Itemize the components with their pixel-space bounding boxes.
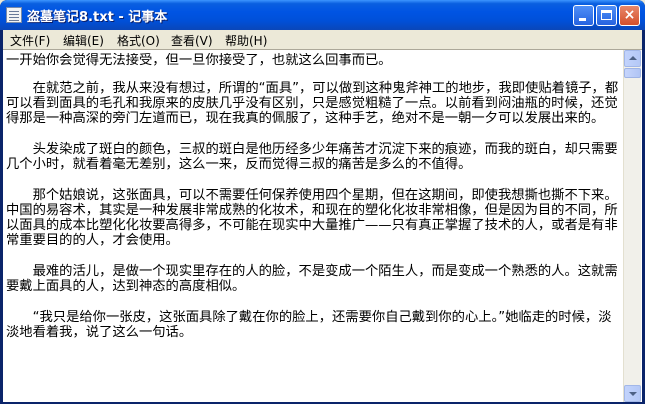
maximize-button[interactable] <box>596 5 617 26</box>
scroll-thumb[interactable] <box>624 68 641 78</box>
close-icon: × <box>623 7 636 23</box>
vertical-scrollbar[interactable] <box>623 50 641 402</box>
menu-bar: 文件(F) 编辑(E) 格式(O) 查看(V) 帮助(H) <box>3 30 642 49</box>
menu-edit[interactable]: 编辑(E) <box>63 32 104 49</box>
paragraph: “我只是给你一张皮，这张面具除了戴在你的脸上，还需要你自己戴到你的心上。”她临走… <box>6 310 612 340</box>
minimize-icon <box>579 18 586 21</box>
menu-format[interactable]: 格式(O) <box>117 32 160 49</box>
document-text[interactable]: 一开始你会觉得无法接受，但一旦你接受了，也就这么回事而已。 在就范之前，我从来没… <box>6 53 621 393</box>
paragraph: 一开始你会觉得无法接受，但一旦你接受了，也就这么回事而已。 <box>6 53 392 68</box>
menu-view[interactable]: 查看(V) <box>171 32 213 49</box>
paragraph: 在就范之前，我从来没有想过，所谓的“面具”，可以做到这种鬼斧神工的地步，我即使贴… <box>6 81 619 126</box>
paragraph: 头发染成了斑白的颜色，三叔的斑白是他历经多少年痛苦才沉淀下来的痕迹，而我的斑白，… <box>6 142 618 172</box>
paragraph: 那个姑娘说，这张面具，可以不需要任何保养使用四个星期，但在这期间，即使我想撕也撕… <box>6 188 618 248</box>
minimize-button[interactable] <box>573 5 594 26</box>
arrow-up-icon <box>629 56 637 60</box>
scroll-down-button[interactable] <box>624 385 641 402</box>
notepad-window: 盗墓笔记8.txt - 记事本 × 文件(F) 编辑(E) 格式(O) 查看(V… <box>0 0 645 404</box>
scroll-up-button[interactable] <box>624 50 641 67</box>
text-editor[interactable]: 一开始你会觉得无法接受，但一旦你接受了，也就这么回事而已。 在就范之前，我从来没… <box>3 49 642 402</box>
notepad-icon[interactable] <box>6 7 22 23</box>
window-title: 盗墓笔记8.txt - 记事本 <box>27 10 168 25</box>
arrow-down-icon <box>629 392 637 396</box>
menu-file[interactable]: 文件(F) <box>10 32 50 49</box>
menu-help[interactable]: 帮助(H) <box>225 32 267 49</box>
close-button[interactable]: × <box>619 5 640 26</box>
paragraph: 最难的活儿，是做一个现实里存在的人的脸，不是变成一个陌生人，而是变成一个熟悉的人… <box>6 264 618 294</box>
title-bar[interactable]: 盗墓笔记8.txt - 记事本 × <box>0 0 645 30</box>
maximize-icon <box>601 10 612 20</box>
